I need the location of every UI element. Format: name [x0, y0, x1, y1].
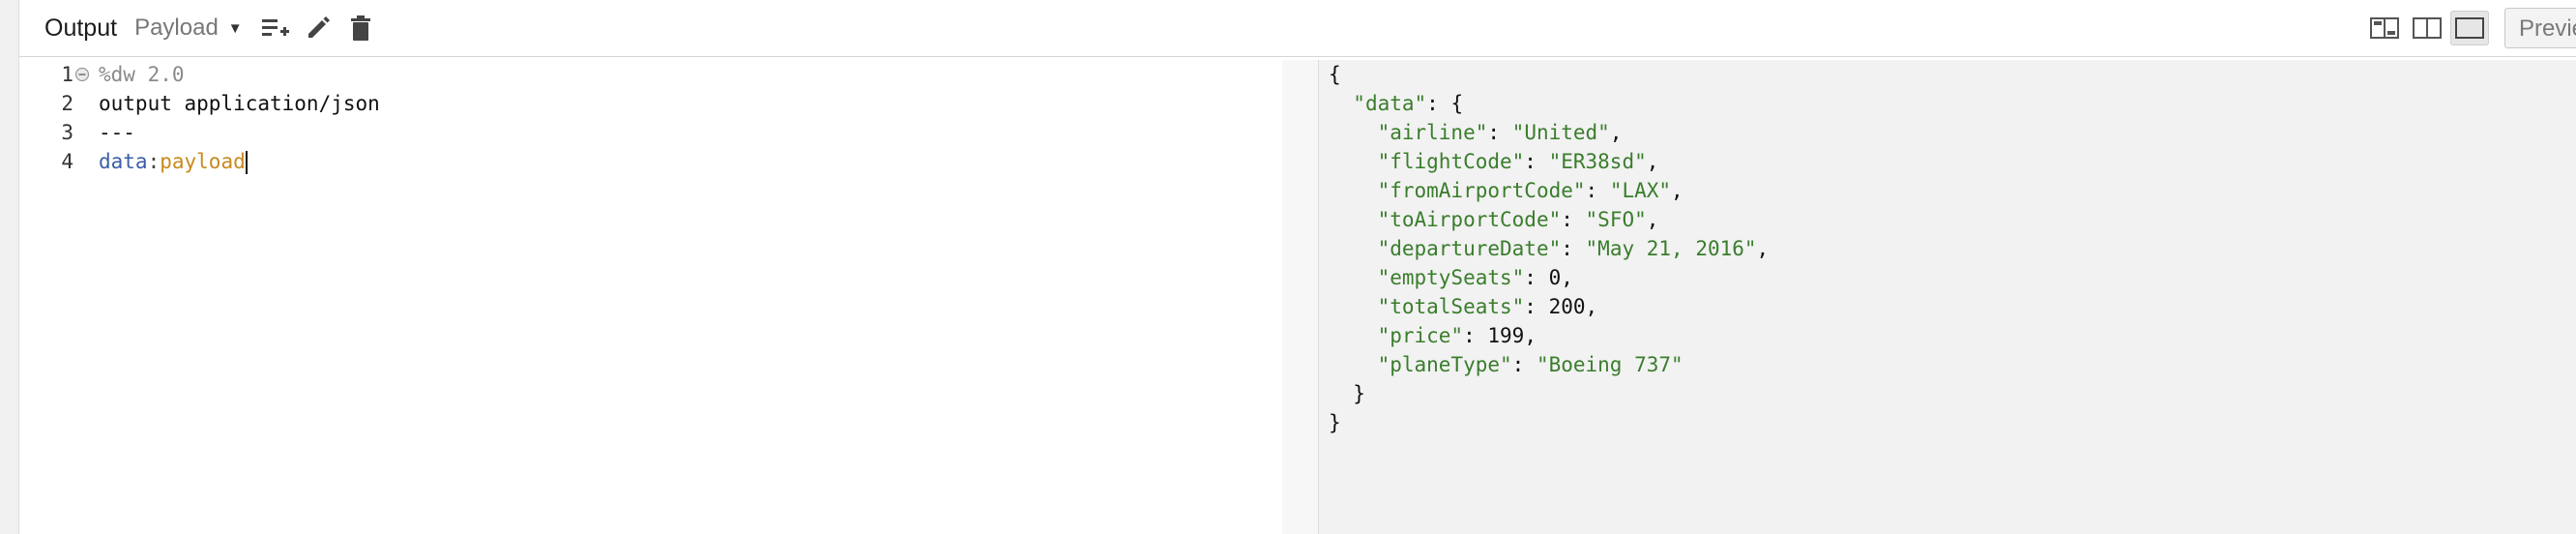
output-toolbar: Output Payload ▼ Previ	[19, 0, 2576, 57]
payload-select-value: Payload	[134, 15, 219, 41]
json-data-line: "data": {	[1329, 89, 1463, 118]
json-key: "totalSeats"	[1377, 295, 1525, 318]
json-field: "planeType": "Boeing 737"	[1377, 353, 1683, 376]
json-value: 200	[1548, 295, 1586, 318]
json-outer-close: }	[1329, 411, 1341, 434]
split-columns-icon[interactable]	[2408, 11, 2446, 45]
single-pane-icon[interactable]	[2450, 11, 2489, 45]
split-vertical-icon[interactable]	[2365, 11, 2404, 45]
json-value: "Boeing 737"	[1536, 353, 1683, 376]
json-open-brace: {	[1329, 63, 1341, 86]
json-field: "fromAirportCode": "LAX",	[1377, 179, 1683, 202]
code-line: ---	[99, 121, 135, 144]
json-field: "departureDate": "May 21, 2016",	[1377, 237, 1770, 260]
json-key: "fromAirportCode"	[1377, 179, 1586, 202]
json-value: "May 21, 2016"	[1585, 237, 1757, 260]
json-value: "ER38sd"	[1548, 150, 1647, 173]
json-value: 199	[1487, 324, 1525, 347]
json-field: "toAirportCode": "SFO",	[1377, 208, 1659, 231]
dataweave-editor[interactable]: 1 2 3 4 %dw 2.0 output application/json …	[48, 60, 1283, 534]
code-value: payload	[160, 150, 246, 173]
json-inner-close: }	[1353, 382, 1365, 405]
json-value: "SFO"	[1585, 208, 1647, 231]
trash-icon[interactable]	[343, 11, 378, 45]
json-field: "totalSeats": 200,	[1377, 295, 1598, 318]
json-value: "LAX"	[1609, 179, 1672, 202]
payload-select[interactable]: Payload ▼	[134, 15, 243, 42]
json-key: "departureDate"	[1377, 237, 1562, 260]
code-line: output application/json	[99, 92, 380, 115]
json-key: "airline"	[1377, 121, 1488, 144]
json-output-pane: { "data": { "airline": "United", "flight…	[1319, 60, 2576, 534]
pencil-icon[interactable]	[301, 11, 336, 45]
fold-toggle-icon[interactable]	[74, 67, 90, 82]
json-field: "airline": "United",	[1377, 121, 1623, 144]
json-key: "emptySeats"	[1377, 266, 1525, 289]
caret-down-icon: ▼	[227, 19, 243, 37]
json-key: "data"	[1353, 92, 1427, 115]
code-line: %dw 2.0	[99, 63, 185, 86]
json-key: "toAirportCode"	[1377, 208, 1562, 231]
pane-splitter[interactable]	[1282, 60, 1319, 534]
code-key: data	[99, 150, 148, 173]
code-line: data:payload	[99, 147, 248, 176]
json-value: 0	[1548, 266, 1562, 289]
json-punct: : {	[1426, 92, 1464, 115]
text-cursor	[245, 151, 248, 174]
json-value: "United"	[1511, 121, 1610, 144]
json-key: "price"	[1377, 324, 1464, 347]
line-number: 4	[61, 150, 73, 173]
json-field: "price": 199,	[1377, 324, 1537, 347]
line-number-gutter: 1 2 3 4	[48, 60, 97, 534]
json-key: "planeType"	[1377, 353, 1512, 376]
code-colon: :	[147, 150, 161, 173]
toolbar-title: Output	[44, 14, 118, 42]
json-key: "flightCode"	[1377, 150, 1525, 173]
json-field: "emptySeats": 0,	[1377, 266, 1573, 289]
left-panel-edge	[0, 0, 19, 534]
add-list-icon[interactable]	[258, 11, 293, 45]
line-number: 2	[61, 92, 73, 115]
preview-button[interactable]: Preview	[2504, 8, 2576, 48]
line-number: 3	[61, 121, 73, 144]
json-field: "flightCode": "ER38sd",	[1377, 150, 1659, 173]
line-number: 1	[48, 60, 90, 89]
